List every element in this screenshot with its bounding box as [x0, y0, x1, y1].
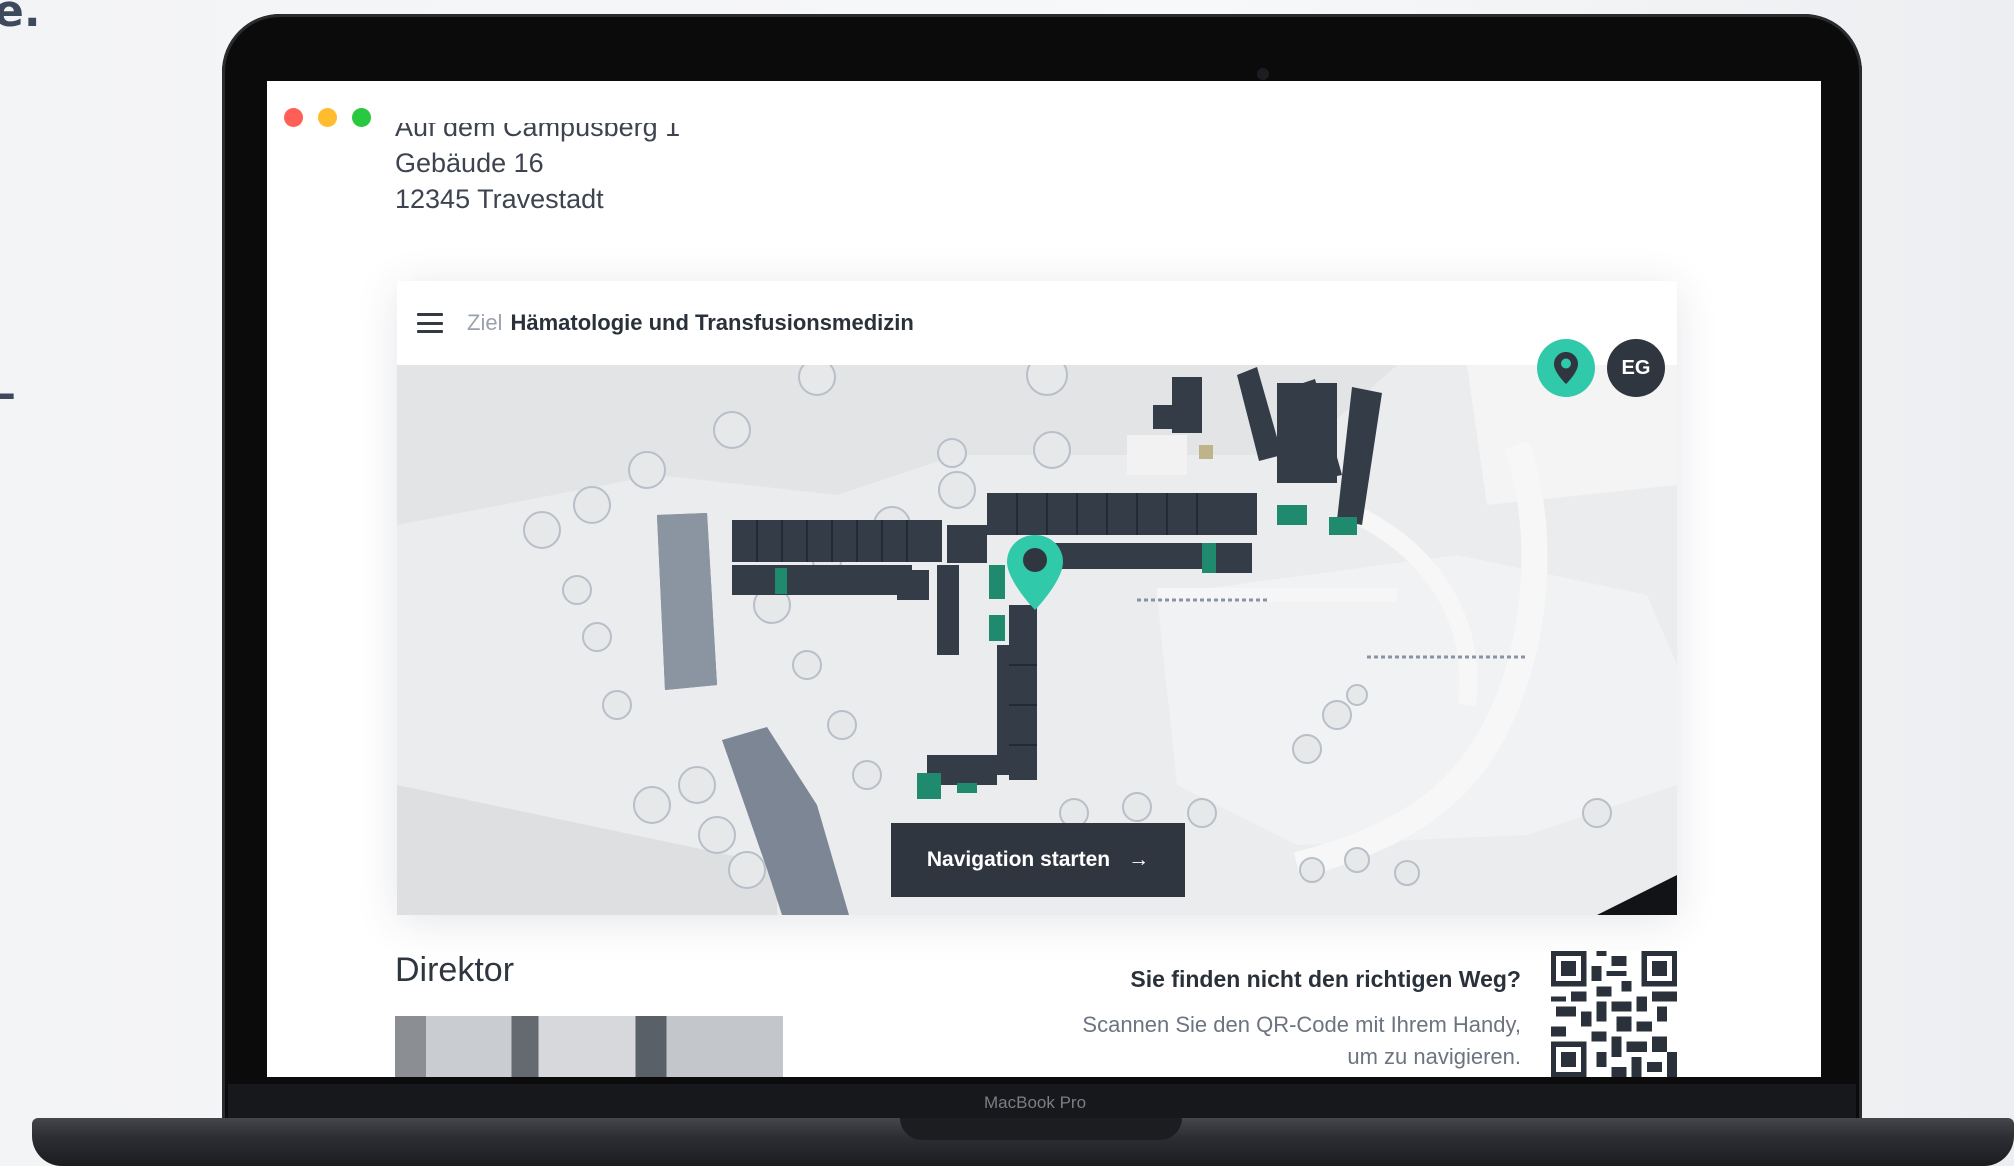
location-pin-button[interactable]: [1537, 339, 1595, 397]
maximize-window-button[interactable]: [352, 108, 371, 127]
address-line-1: Auf dem Campusberg 1: [395, 123, 681, 142]
director-photo: [395, 1016, 783, 1077]
help-text-line-1: Scannen Sie den QR-Code mit Ihrem Handy,: [1082, 1012, 1521, 1037]
address-block: Auf dem Campusberg 1 Gebäude 16 12345 Tr…: [395, 123, 681, 217]
laptop-base-notch: [900, 1118, 1182, 1140]
destination-bar: Ziel Hämatologie und Transfusionsmedizin: [397, 281, 1677, 365]
director-heading: Direktor: [395, 951, 515, 989]
browser-screen: Auf dem Campusberg 1 Gebäude 16 12345 Tr…: [267, 81, 1821, 1077]
close-window-button[interactable]: [284, 108, 303, 127]
start-navigation-label: Navigation starten: [926, 848, 1111, 871]
hamburger-menu-icon[interactable]: [417, 313, 443, 333]
destination-value: Hämatologie und Transfusionsmedizin: [510, 310, 914, 335]
laptop-model-label: MacBook Pro: [984, 1093, 1087, 1112]
help-text-line-2: um zu navigieren.: [1347, 1044, 1521, 1069]
address-line-2: Gebäude 16: [395, 148, 544, 178]
help-text: Scannen Sie den QR-Code mit Ihrem Handy,…: [1082, 1009, 1521, 1073]
start-navigation-button[interactable]: Navigation starten →: [891, 823, 1185, 897]
destination-marker-icon: [1007, 535, 1063, 610]
arrow-right-icon: →: [1128, 848, 1150, 871]
map-card: Ziel Hämatologie und Transfusionsmedizin…: [397, 281, 1677, 915]
window-controls: [284, 108, 371, 127]
minimize-window-button[interactable]: [318, 108, 337, 127]
background-text-fragment-2: –: [0, 368, 16, 419]
floor-selector-button[interactable]: EG: [1607, 339, 1665, 397]
destination-label: Ziel: [467, 310, 503, 335]
location-pin-icon: [1554, 352, 1578, 384]
help-heading: Sie finden nicht den richtigen Weg?: [1130, 966, 1521, 992]
background-text-fragment: e.: [0, 0, 41, 37]
camera-icon: [1257, 68, 1269, 80]
address-line-3: 12345 Travestadt: [395, 184, 604, 214]
qr-code-icon[interactable]: [1551, 951, 1677, 1077]
